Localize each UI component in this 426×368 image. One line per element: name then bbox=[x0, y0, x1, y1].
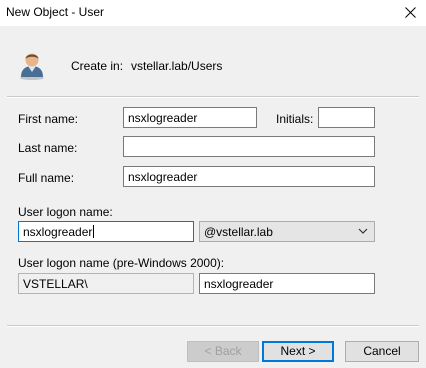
text-caret bbox=[93, 225, 95, 238]
create-in-path: vstellar.lab/Users bbox=[131, 59, 223, 73]
header-divider bbox=[7, 96, 419, 98]
first-name-label: First name: bbox=[18, 112, 79, 126]
last-name-label: Last name: bbox=[18, 141, 78, 155]
logon-domain-value: @vstellar.lab bbox=[204, 225, 273, 239]
full-name-field[interactable]: nsxlogreader bbox=[123, 166, 375, 187]
logon-domain-dropdown[interactable]: @vstellar.lab bbox=[199, 221, 375, 242]
first-name-field[interactable]: nsxlogreader bbox=[123, 107, 257, 128]
create-in-label: Create in: bbox=[71, 59, 124, 73]
chevron-down-icon bbox=[358, 228, 368, 234]
user-icon bbox=[18, 50, 46, 80]
pre2000-domain-field: VSTELLAR\ bbox=[18, 273, 194, 294]
title-bar: New Object - User bbox=[0, 0, 426, 26]
logon-name-value: nsxlogreader bbox=[23, 225, 93, 239]
back-button[interactable]: < Back bbox=[187, 341, 259, 362]
window-title: New Object - User bbox=[6, 5, 105, 19]
initials-label: Initials: bbox=[276, 112, 314, 126]
last-name-field[interactable] bbox=[123, 136, 375, 157]
logon-name-label: User logon name: bbox=[18, 205, 113, 219]
next-button[interactable]: Next > bbox=[262, 341, 334, 362]
footer-divider bbox=[7, 325, 419, 327]
pre2000-name-field[interactable]: nsxlogreader bbox=[199, 273, 375, 294]
close-icon bbox=[405, 7, 416, 18]
close-button[interactable] bbox=[396, 0, 426, 26]
initials-field[interactable] bbox=[318, 107, 375, 128]
full-name-label: Full name: bbox=[18, 171, 75, 185]
logon-name-field[interactable]: nsxlogreader bbox=[18, 221, 194, 242]
cancel-button[interactable]: Cancel bbox=[345, 341, 419, 362]
pre2000-label: User logon name (pre-Windows 2000): bbox=[18, 256, 225, 270]
